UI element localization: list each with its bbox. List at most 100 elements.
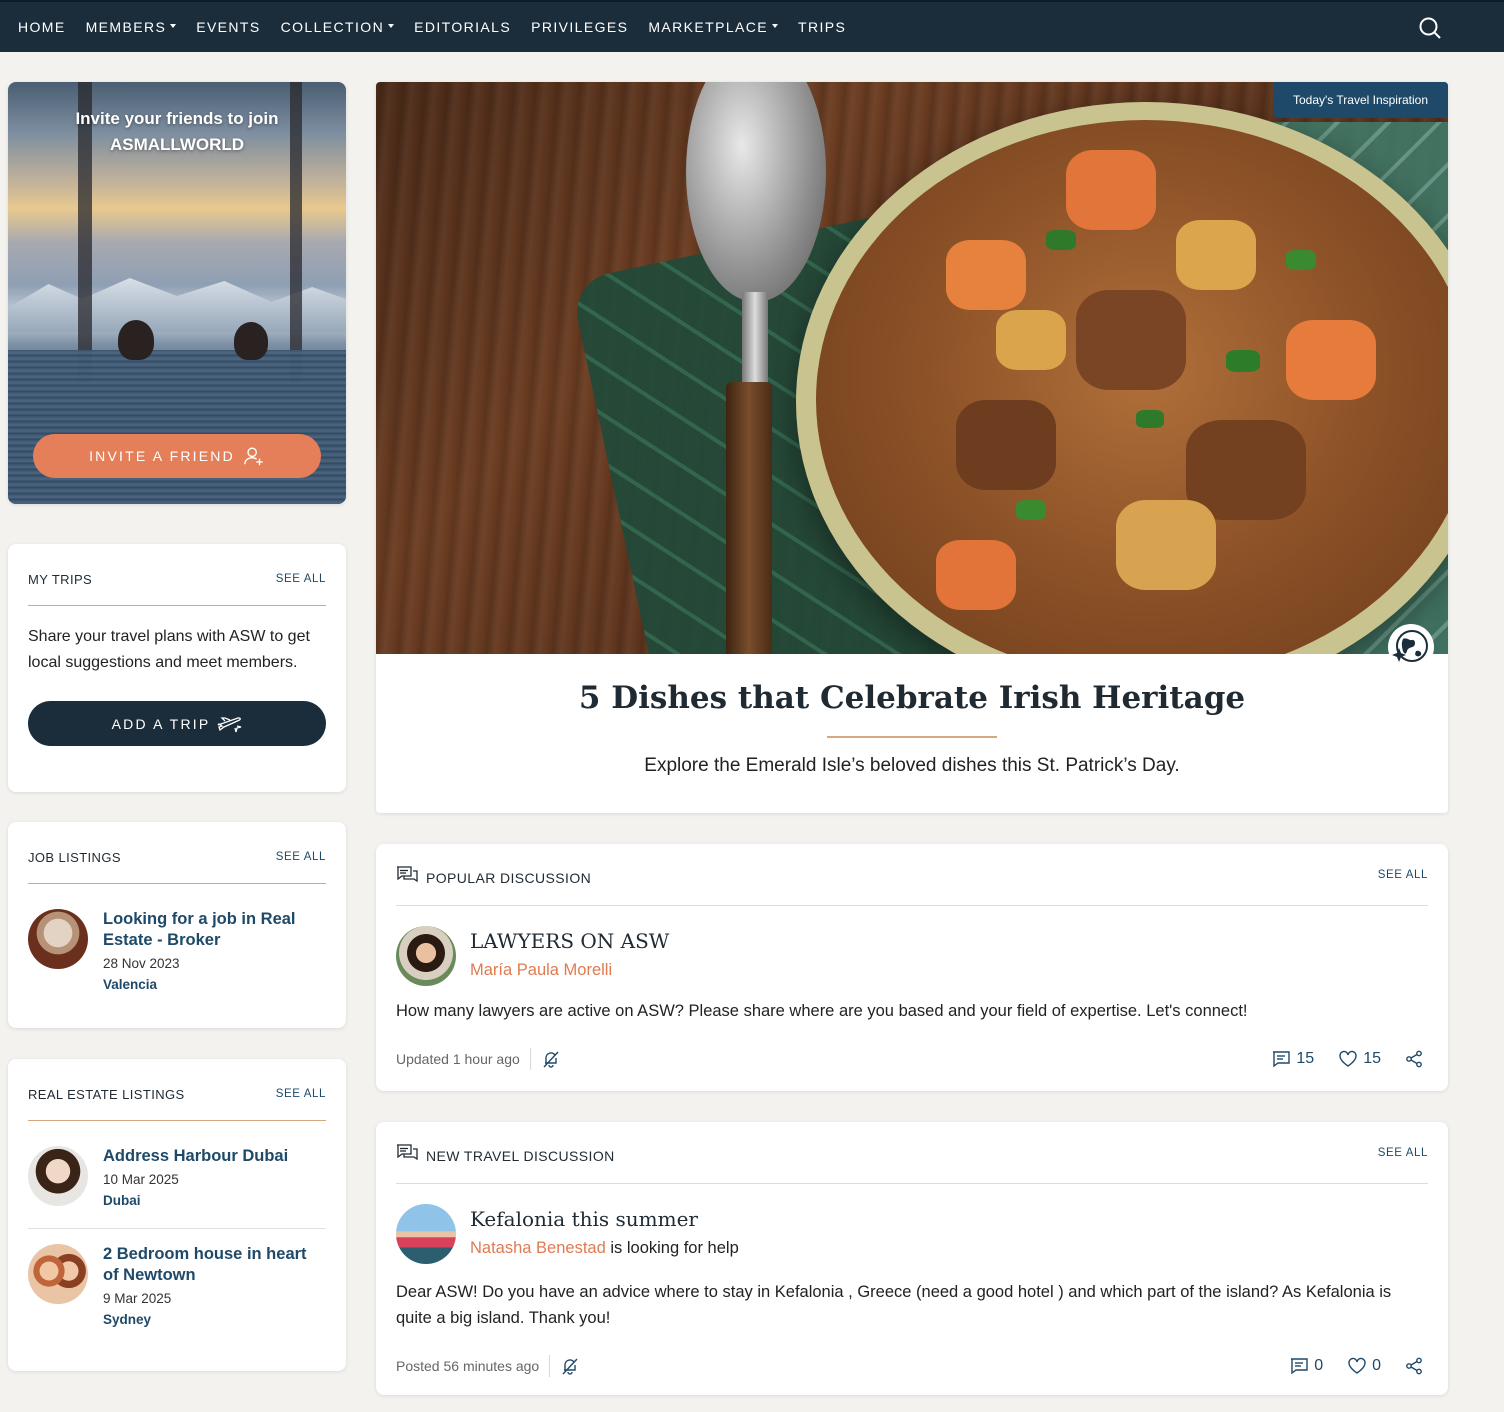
post-title[interactable]: Kefalonia this summer: [470, 1207, 739, 1231]
post-body: How many lawyers are active on ASW? Plea…: [396, 1002, 1248, 1020]
author-name-link[interactable]: Natasha Benestad: [470, 1239, 606, 1257]
parsley: [1136, 410, 1164, 428]
spoon-handle: [726, 382, 772, 654]
carrot: [1286, 320, 1376, 400]
author-name-link[interactable]: María Paula Morelli: [470, 961, 612, 979]
post-body: Dear ASW! Do you have an advice where to…: [396, 1283, 1392, 1327]
invite-friend-button[interactable]: INVITE A FRIEND: [33, 434, 321, 478]
post-stats: 0 0: [1265, 1357, 1428, 1375]
nav-home-label: HOME: [18, 19, 66, 35]
search-icon[interactable]: [1418, 16, 1442, 40]
invite-title-line1: Invite your friends to join: [75, 109, 279, 128]
caret-down-icon: [772, 24, 779, 28]
avatar[interactable]: [396, 1204, 456, 1264]
post-author-line: María Paula Morelli: [470, 961, 669, 980]
comments-button[interactable]: 0: [1289, 1357, 1323, 1375]
nav-home[interactable]: HOME: [18, 19, 66, 35]
caret-down-icon: [388, 24, 395, 28]
nav-editorials[interactable]: EDITORIALS: [414, 19, 511, 35]
spoon: [742, 292, 768, 392]
parsley: [1046, 230, 1076, 250]
share-button[interactable]: [1405, 1357, 1428, 1375]
real-estate-title: REAL ESTATE LISTINGS: [28, 1087, 185, 1102]
travel-discussion-title: NEW TRAVEL DISCUSSION: [426, 1147, 615, 1164]
travel-discussion-card: NEW TRAVEL DISCUSSION SEE ALL Kefalonia …: [376, 1122, 1448, 1395]
irish-stew-image: Today's Travel Inspiration: [376, 82, 1448, 654]
my-trips-description: Share your travel plans with ASW to get …: [28, 628, 310, 671]
invite-friend-label: INVITE A FRIEND: [89, 448, 235, 464]
my-trips-see-all-link[interactable]: SEE ALL: [276, 565, 326, 585]
listing-date: 10 Mar 2025: [103, 1172, 179, 1187]
beef: [1076, 290, 1186, 390]
nav-editorials-label: EDITORIALS: [414, 19, 512, 35]
separator: [549, 1355, 551, 1377]
nav-members[interactable]: MEMBERS: [86, 19, 177, 35]
list-item[interactable]: Looking for a job in Real Estate - Broke…: [28, 884, 326, 992]
like-count: 0: [1372, 1357, 1381, 1374]
author-suffix: is looking for help: [605, 1239, 739, 1257]
avatar: [28, 1146, 88, 1206]
chat-bubbles-icon: [397, 1143, 418, 1160]
popular-discussion-see-all-link[interactable]: SEE ALL: [1378, 869, 1428, 881]
mute-notifications-icon[interactable]: [541, 1049, 561, 1069]
post-title[interactable]: LAWYERS ON ASW: [470, 929, 669, 953]
comment-count: 15: [1296, 1050, 1315, 1067]
post-footer: Updated 1 hour ago 15 15: [396, 1048, 1428, 1070]
share-icon: [1406, 1050, 1422, 1068]
parsley: [1286, 250, 1316, 270]
comments-button[interactable]: 15: [1271, 1050, 1314, 1068]
listing-title[interactable]: Looking for a job in Real Estate - Broke…: [103, 909, 326, 951]
feature-title[interactable]: 5 Dishes that Celebrate Irish Heritage: [376, 680, 1448, 716]
like-count: 15: [1363, 1050, 1381, 1067]
top-navigation: HOME MEMBERS EVENTS COLLECTION EDITORIAL…: [0, 0, 1504, 52]
plane-icon: [217, 716, 242, 732]
add-trip-button[interactable]: ADD A TRIP: [28, 701, 326, 746]
nav-collection[interactable]: COLLECTION: [280, 19, 395, 35]
nav-events[interactable]: EVENTS: [196, 19, 260, 35]
travel-discussion-see-all-link[interactable]: SEE ALL: [1378, 1147, 1428, 1159]
listing-date: 9 Mar 2025: [103, 1291, 172, 1306]
listing-title[interactable]: Address Harbour Dubai: [103, 1146, 288, 1167]
chat-bubbles-icon: [397, 865, 418, 882]
list-item[interactable]: 2 Bedroom house in heart of Newtown 9 Ma…: [28, 1229, 326, 1327]
nav-marketplace-label: MARKETPLACE: [648, 19, 769, 35]
parsley: [1016, 500, 1046, 520]
invite-title: Invite your friends to join ASMALLWORLD: [8, 106, 346, 158]
featured-editorial-card[interactable]: Today's Travel Inspiration 5 Dishes that…: [376, 82, 1448, 813]
my-trips-card: MY TRIPS SEE ALL Share your travel plans…: [8, 544, 346, 792]
listing-location: Sydney: [103, 1312, 152, 1327]
job-listings-title: JOB LISTINGS: [28, 850, 121, 865]
globe-icon: [1388, 624, 1434, 670]
listing-date: 28 Nov 2023: [103, 956, 180, 971]
nav-privileges[interactable]: PRIVILEGES: [531, 19, 628, 35]
nav-collection-label: COLLECTION: [280, 19, 385, 35]
real-estate-see-all-link[interactable]: SEE ALL: [276, 1080, 326, 1100]
potato: [1176, 220, 1256, 290]
list-item[interactable]: Address Harbour Dubai 10 Mar 2025 Dubai: [28, 1121, 326, 1208]
comment-icon: [1291, 1358, 1308, 1375]
job-listings-header: JOB LISTINGS SEE ALL: [28, 822, 326, 884]
share-icon: [1406, 1357, 1422, 1375]
avatar[interactable]: [396, 926, 456, 986]
potato: [996, 310, 1066, 370]
feature-subtitle: Explore the Emerald Isle’s beloved dishe…: [644, 755, 1180, 776]
heart-icon: [1348, 1357, 1366, 1374]
like-button[interactable]: 15: [1338, 1050, 1381, 1068]
beef: [956, 400, 1056, 490]
person-silhouette: [234, 322, 268, 360]
invite-card: Invite your friends to join ASMALLWORLD …: [8, 82, 346, 504]
mute-notifications-icon[interactable]: [560, 1356, 580, 1376]
job-listings-see-all-link[interactable]: SEE ALL: [276, 843, 326, 863]
caret-down-icon: [170, 24, 177, 28]
nav-marketplace[interactable]: MARKETPLACE: [648, 19, 779, 35]
add-user-icon: [244, 447, 263, 466]
listing-title[interactable]: 2 Bedroom house in heart of Newtown: [103, 1244, 326, 1286]
like-button[interactable]: 0: [1347, 1357, 1381, 1375]
parsley: [1226, 350, 1260, 372]
real-estate-header: REAL ESTATE LISTINGS SEE ALL: [28, 1059, 326, 1121]
invite-title-line2: ASMALLWORLD: [109, 135, 245, 154]
title-divider: [827, 736, 997, 738]
share-button[interactable]: [1405, 1050, 1428, 1068]
nav-trips[interactable]: TRIPS: [798, 19, 846, 35]
listing-location: Valencia: [103, 977, 158, 992]
